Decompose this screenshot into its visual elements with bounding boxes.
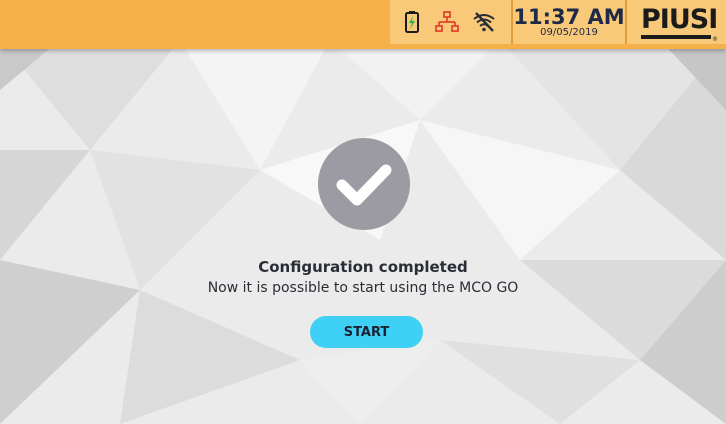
brand-logo: PIUSI ® (627, 0, 726, 44)
brand-logo-underline (641, 35, 711, 39)
status-message: Now it is possible to start using the MC… (207, 280, 519, 296)
clock-date: 09/05/2019 (540, 27, 598, 38)
brand-logo-text: PIUSI (641, 4, 718, 35)
checkmark-icon (336, 164, 392, 206)
status-icon-group (390, 0, 512, 44)
start-button[interactable]: START (310, 316, 423, 348)
page-title: Configuration completed (258, 258, 468, 276)
battery-icon (400, 10, 424, 34)
success-checkmark (318, 138, 410, 230)
wifi-off-icon (472, 10, 496, 34)
clock: 11:37 AM 09/05/2019 (513, 0, 625, 44)
network-icon (435, 10, 459, 34)
clock-time: 11:37 AM (513, 5, 625, 29)
registered-mark-icon: ® (712, 36, 718, 43)
configuration-complete-screen: 11:37 AM 09/05/2019 PIUSI ® Configuratio… (0, 0, 726, 424)
status-bar: 11:37 AM 09/05/2019 PIUSI ® (0, 0, 726, 49)
